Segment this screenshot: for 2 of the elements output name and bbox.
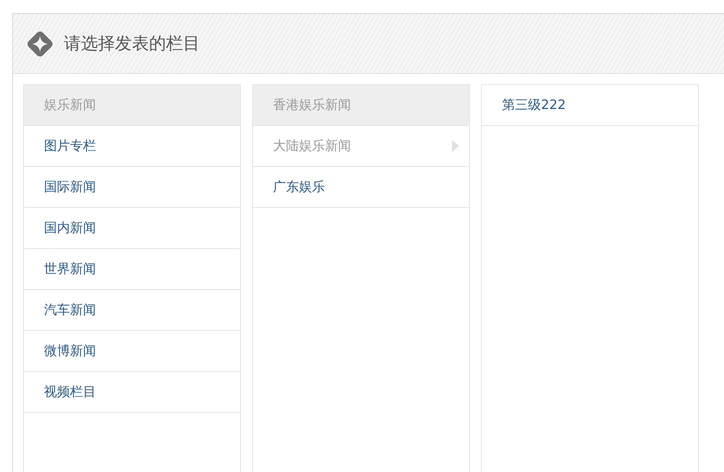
header-title: 请选择发表的栏目 [64,33,200,55]
sparkle-icon [25,28,55,58]
